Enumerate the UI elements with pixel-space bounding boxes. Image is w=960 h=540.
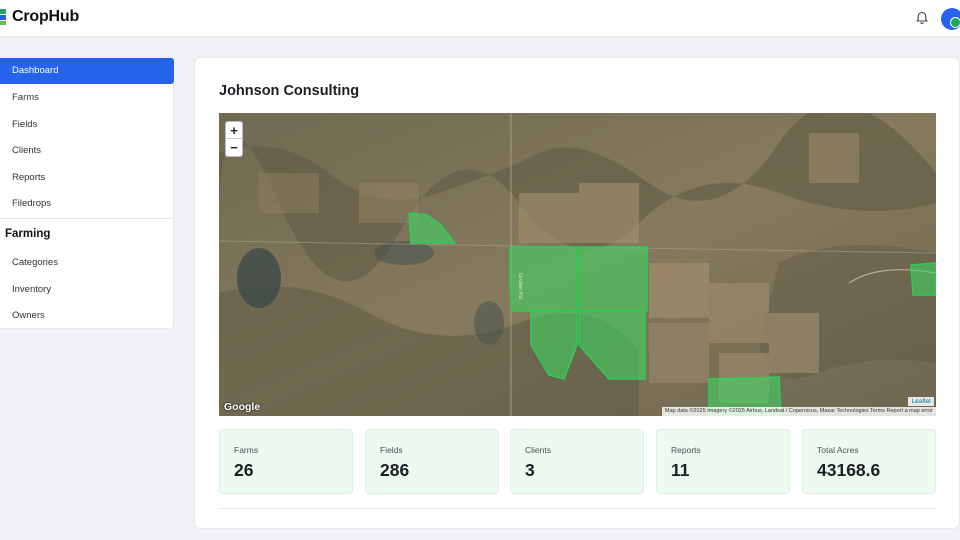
section-divider bbox=[219, 508, 936, 509]
google-logo: Google bbox=[224, 401, 261, 413]
satellite-imagery bbox=[219, 113, 936, 416]
sidebar-item-clients[interactable]: Clients bbox=[0, 138, 174, 164]
stat-value: 11 bbox=[671, 460, 690, 480]
shield-badge-icon bbox=[950, 17, 960, 28]
sidebar: Dashboard Farms Fields Clients Reports F… bbox=[0, 57, 174, 329]
farm-map[interactable]: + − Google Leaflet Map data ©2025 Imager… bbox=[219, 113, 936, 416]
top-bar: CropHub bbox=[0, 0, 960, 37]
stat-value: 3 bbox=[525, 460, 535, 480]
crophub-logo-icon bbox=[0, 9, 6, 25]
road-label: Gruber Rd bbox=[516, 273, 523, 299]
stat-card-fields[interactable]: Fields 286 bbox=[365, 429, 499, 494]
stat-label: Clients bbox=[525, 445, 551, 455]
zoom-control: + − bbox=[225, 121, 243, 157]
bell-icon[interactable] bbox=[914, 10, 930, 26]
stat-value: 26 bbox=[234, 460, 254, 480]
stat-card-total-acres[interactable]: Total Acres 43168.6 bbox=[802, 429, 936, 494]
app-name: CropHub bbox=[12, 8, 80, 25]
sidebar-item-owners[interactable]: Owners bbox=[0, 303, 174, 329]
stat-card-clients[interactable]: Clients 3 bbox=[510, 429, 644, 494]
stat-value: 286 bbox=[380, 460, 410, 480]
leaflet-attribution-link[interactable]: Leaflet bbox=[908, 397, 934, 406]
sidebar-item-reports[interactable]: Reports bbox=[0, 165, 174, 191]
zoom-in-button[interactable]: + bbox=[226, 122, 242, 139]
stat-label: Reports bbox=[671, 445, 701, 455]
stat-label: Fields bbox=[380, 445, 403, 455]
sidebar-divider bbox=[0, 218, 174, 219]
stat-label: Farms bbox=[234, 445, 259, 455]
stat-value: 43168.6 bbox=[817, 460, 881, 480]
map-attribution[interactable]: Map data ©2025 Imagery ©2025 Airbus, Lan… bbox=[661, 407, 936, 416]
stat-card-reports[interactable]: Reports 11 bbox=[656, 429, 790, 494]
sidebar-item-categories[interactable]: Categories bbox=[0, 250, 174, 276]
sidebar-item-inventory[interactable]: Inventory bbox=[0, 277, 174, 303]
sidebar-item-fields[interactable]: Fields bbox=[0, 112, 174, 138]
app-logo[interactable]: CropHub bbox=[0, 8, 79, 26]
sidebar-section-heading: Farming bbox=[5, 228, 51, 240]
sidebar-item-filedrops[interactable]: Filedrops bbox=[0, 191, 174, 217]
sidebar-item-farms[interactable]: Farms bbox=[0, 85, 174, 111]
stat-label: Total Acres bbox=[817, 445, 859, 455]
stat-card-farms[interactable]: Farms 26 bbox=[219, 429, 353, 494]
sidebar-item-dashboard[interactable]: Dashboard bbox=[0, 58, 174, 84]
zoom-out-button[interactable]: − bbox=[226, 139, 242, 156]
page-title: Johnson Consulting bbox=[219, 83, 360, 99]
